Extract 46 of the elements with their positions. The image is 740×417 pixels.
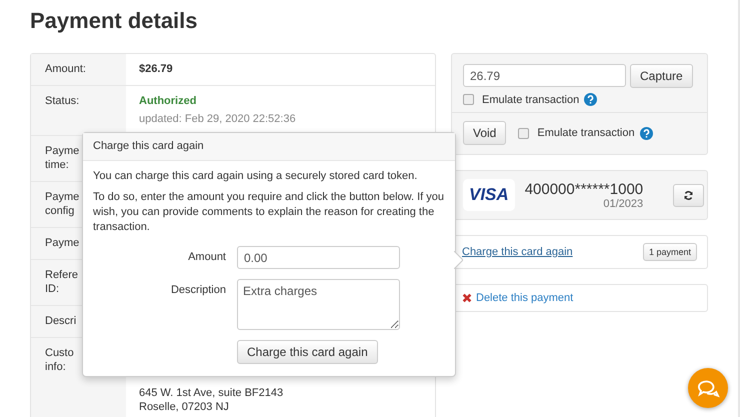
charge-button[interactable]: Charge this card again: [237, 340, 378, 364]
checkbox[interactable]: [518, 128, 530, 138]
field-label: Refere: [45, 268, 78, 282]
page-title: Payment details: [30, 7, 199, 35]
paragraph: To do so, enter the amount you require and click the button below. If you wish, you can provide comments to explain the reason for creating the transaction.: [93, 190, 445, 235]
amount-field[interactable]: 0.00: [237, 246, 400, 269]
field-label: Descri: [45, 314, 76, 328]
checkbox-label: Emulate transaction: [482, 94, 580, 106]
chat-button[interactable]: [688, 368, 728, 408]
amount-field[interactable]: 26.79: [463, 64, 626, 87]
card-number: 400000******1000: [524, 180, 644, 198]
refresh-button[interactable]: [673, 184, 704, 206]
card-expiry: 01/2023: [602, 198, 644, 210]
amount-value: $26.79: [139, 62, 173, 76]
field-label: config: [45, 204, 74, 218]
description-field[interactable]: Extra charges: [237, 279, 400, 330]
field-label: Payme: [45, 144, 80, 158]
status-value: Authorized: [139, 94, 198, 108]
payment-count-badge: 1 payment: [642, 243, 697, 261]
chat-icon: [696, 378, 720, 398]
address-line: Roselle, 07203 NJ: [139, 400, 230, 414]
checkbox-label: Emulate transaction: [537, 127, 635, 139]
cross-icon: [462, 293, 472, 303]
field-label: info:: [45, 360, 66, 374]
refresh-icon: [683, 190, 694, 200]
field-label: ID:: [45, 282, 60, 296]
field-label: Payme: [45, 190, 80, 204]
charge-again-link[interactable]: Charge this card again: [462, 246, 643, 258]
delete-link[interactable]: Delete this payment: [476, 292, 574, 304]
popover-title: Charge this card again: [83, 133, 455, 161]
field-label: Status:: [45, 94, 80, 108]
capture-button[interactable]: Capture: [630, 64, 693, 88]
checkbox[interactable]: [463, 94, 474, 105]
field-label: Amount:: [45, 62, 86, 76]
help-icon[interactable]: [640, 126, 653, 140]
field-label: time:: [45, 158, 69, 172]
void-button[interactable]: Void: [463, 121, 506, 145]
address-line: 645 W. 1st Ave, suite BF2143: [139, 386, 284, 400]
help-icon[interactable]: [584, 93, 598, 106]
card-logo: VISA: [463, 179, 515, 211]
field-label: Description: [170, 283, 226, 298]
field-label: Payme: [45, 236, 80, 250]
field-label: Custo: [45, 346, 74, 360]
updated-text: updated: Feb 29, 2020 22:52:36: [139, 113, 296, 126]
field-label: Amount: [187, 250, 226, 265]
paragraph: You can charge this card again using a securely stored card token.: [93, 169, 418, 184]
